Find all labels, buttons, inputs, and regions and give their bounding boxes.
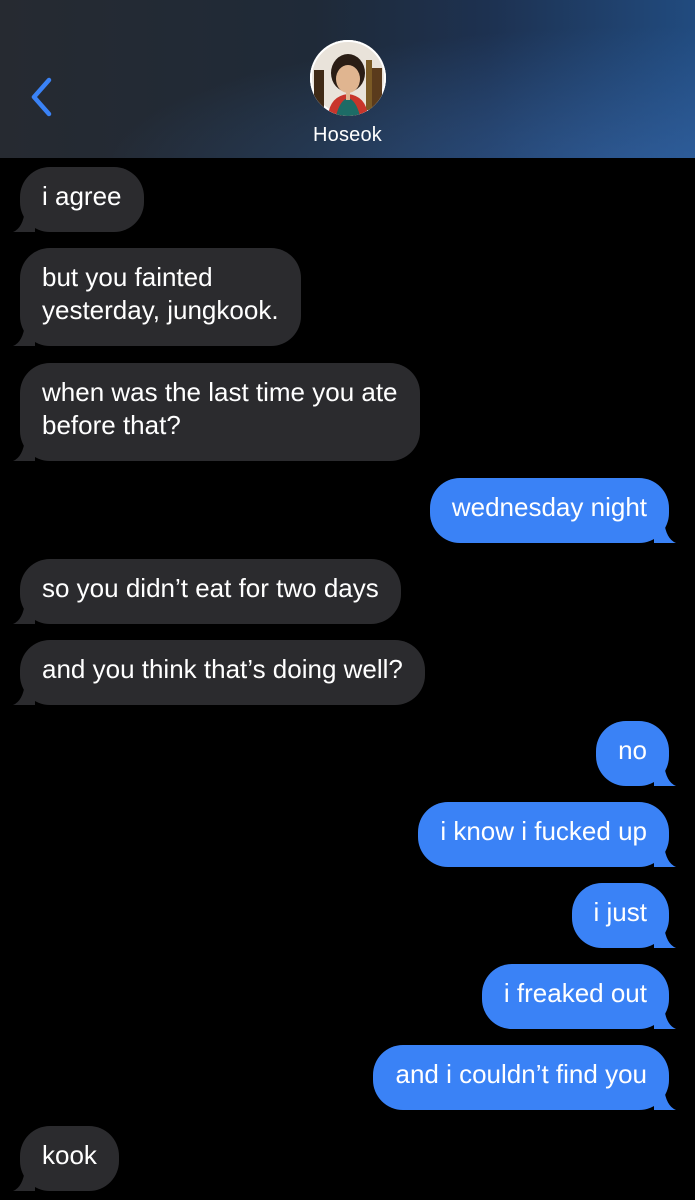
message-text: i freaked out [503,978,647,1008]
bubble-tail [13,602,35,624]
back-button[interactable] [22,72,62,122]
bubble-tail [13,683,35,705]
outgoing-message-bubble[interactable]: i just [571,883,676,948]
message-text: wednesday night [451,492,647,522]
incoming-message-bubble[interactable]: when was the last time you ate before th… [13,363,420,461]
message-text: i know i fucked up [440,816,647,846]
outgoing-message-bubble[interactable]: no [596,721,676,786]
messages-screen: Hoseok i agree but you fainted yesterday… [0,0,695,1200]
outgoing-message-bubble[interactable]: and i couldn’t find you [373,1045,676,1110]
bubble-tail [13,324,35,346]
incoming-message-bubble[interactable]: i agree [13,167,144,232]
contact-name[interactable]: Hoseok [0,124,695,147]
message-text: i agree [42,181,122,211]
message-text: and you think that’s doing well? [42,654,403,684]
incoming-message-bubble[interactable]: kook [13,1126,119,1191]
bubble-tail [654,521,676,543]
incoming-message-bubble[interactable]: so you didn’t eat for two days [13,559,401,624]
message-thread[interactable]: i agree but you fainted yesterday, jungk… [0,158,695,1200]
bubble-tail [654,764,676,786]
message-text: i just [593,897,647,927]
bubble-tail [654,1007,676,1029]
message-text: and i couldn’t find you [395,1059,647,1089]
bubble-tail [13,210,35,232]
outgoing-message-bubble[interactable]: i freaked out [481,964,676,1029]
conversation-header: Hoseok [0,0,695,158]
bubble-tail [654,1088,676,1110]
message-text: but you fainted yesterday, jungkook. [42,262,279,325]
outgoing-message-bubble[interactable]: wednesday night [429,478,676,543]
bubble-tail [654,845,676,867]
bubble-tail [654,926,676,948]
message-text: so you didn’t eat for two days [42,573,379,603]
contact-avatar[interactable] [310,40,386,116]
message-text: when was the last time you ate before th… [42,377,398,440]
bubble-tail [13,439,35,461]
avatar-photo [310,40,386,116]
incoming-message-bubble[interactable]: but you fainted yesterday, jungkook. [13,248,301,346]
incoming-message-bubble[interactable]: and you think that’s doing well? [13,640,425,705]
message-text: kook [42,1140,97,1170]
outgoing-message-bubble[interactable]: i know i fucked up [418,802,676,867]
chevron-left-icon [31,77,52,117]
message-text: no [618,735,647,765]
bubble-tail [13,1169,35,1191]
